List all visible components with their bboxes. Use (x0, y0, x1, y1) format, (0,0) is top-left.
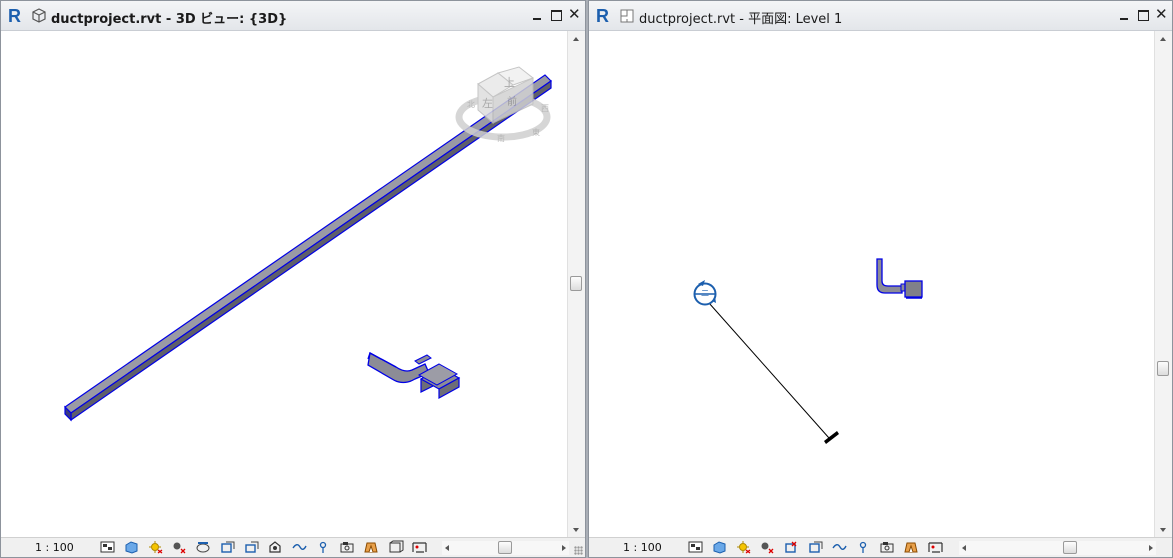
close-icon: ✕ (568, 5, 581, 23)
view-title: ductproject.rvt - 平面図: Level 1 (639, 8, 842, 27)
reveal-hidden-icon[interactable] (291, 540, 308, 554)
unlock-3d-icon[interactable] (243, 540, 260, 554)
temporary-hide-icon[interactable] (831, 540, 848, 554)
crop-view-icon[interactable] (783, 540, 800, 554)
maximize-button[interactable] (1136, 7, 1150, 23)
file-name: ductproject.rvt (639, 12, 736, 27)
duct-plan-assembly[interactable] (876, 258, 923, 299)
file-name: ductproject.rvt (51, 12, 162, 27)
horizontal-scrollbar[interactable] (442, 541, 569, 555)
close-button[interactable]: ✕ (1154, 5, 1168, 23)
view-control-tools (687, 540, 944, 554)
scroll-up-icon[interactable] (573, 37, 579, 41)
sun-path-icon[interactable] (735, 540, 752, 554)
scroll-up-icon[interactable] (1160, 37, 1166, 41)
maximize-icon (1138, 10, 1149, 21)
revit-logo-icon: R (596, 6, 609, 26)
floor-plan-icon (620, 9, 634, 23)
scroll-right-icon[interactable] (562, 545, 566, 551)
scroll-left-icon[interactable] (445, 545, 449, 551)
view-title: ductproject.rvt - 3D ビュー: {3D} (51, 8, 287, 27)
vertical-scrollbar[interactable] (1154, 31, 1172, 538)
scroll-down-icon[interactable] (1160, 528, 1166, 532)
compass-north-label: 北 (467, 100, 475, 109)
viewcube-left-label: 左 (482, 97, 493, 110)
minimize-icon (1120, 18, 1128, 20)
duct-straight[interactable] (64, 74, 552, 422)
reveal-constraints-icon[interactable] (387, 540, 404, 554)
maximize-button[interactable] (549, 7, 563, 23)
view-window-plan[interactable]: R ductproject.rvt - 平面図: Level 1 ✕ 二 1:… (588, 0, 1173, 558)
viewcube-front-label: 前 (507, 95, 517, 108)
vertical-scroll-thumb[interactable] (1157, 361, 1169, 376)
detail-level-icon[interactable] (99, 540, 116, 554)
view-control-bar: 1 : 100 (1, 537, 585, 557)
minimize-button[interactable] (1118, 7, 1132, 23)
view-name: - 平面図: Level 1 (735, 12, 843, 27)
view-titlebar[interactable]: R ductproject.rvt - 平面図: Level 1 ✕ (589, 1, 1172, 31)
sun-path-icon[interactable] (147, 540, 164, 554)
view-window-3d[interactable]: R ductproject.rvt - 3D ビュー: {3D} ✕ 上 左 前… (0, 0, 586, 558)
shadows-icon[interactable] (171, 540, 188, 554)
show-crop-icon[interactable] (807, 540, 824, 554)
compass-south-label: 南 (497, 133, 505, 143)
3d-view-icon (32, 8, 46, 23)
view-control-bar: 1 : 100 (589, 537, 1172, 557)
temporary-hide-icon[interactable] (267, 540, 284, 554)
render-dialog-icon[interactable] (411, 540, 428, 554)
view-control-tools (99, 540, 428, 554)
viewcube[interactable]: 上 左 前 北 東 南 西 (455, 66, 551, 143)
shadows-icon[interactable] (759, 540, 776, 554)
minimize-icon (533, 18, 541, 20)
horizontal-scroll-thumb[interactable] (1063, 541, 1077, 554)
scroll-right-icon[interactable] (1149, 545, 1153, 551)
view-name: - 3D ビュー: {3D} (161, 12, 288, 27)
viewcube-top-label: 上 (504, 76, 515, 89)
plan-drawing-canvas[interactable]: 二 (589, 31, 1156, 540)
vertical-scroll-thumb[interactable] (570, 276, 582, 291)
section-marker[interactable]: 二 (693, 280, 840, 444)
compass-west-label: 西 (541, 104, 549, 113)
scroll-down-icon[interactable] (573, 528, 579, 532)
visual-style-icon[interactable] (123, 540, 140, 554)
maximize-icon (551, 10, 562, 21)
section-tag-label: 二 (701, 289, 709, 298)
highlight-displacement-icon[interactable] (363, 540, 380, 554)
resize-grip-icon[interactable] (574, 546, 583, 555)
highlight-displacement-icon[interactable] (903, 540, 920, 554)
duct-elbow-assembly[interactable] (367, 351, 461, 400)
crop-view-icon[interactable] (195, 540, 212, 554)
minimize-button[interactable] (531, 7, 545, 23)
revit-logo-icon: R (8, 6, 21, 26)
analytical-model-icon[interactable] (339, 540, 356, 554)
vertical-scrollbar[interactable] (567, 31, 585, 538)
show-crop-icon[interactable] (219, 540, 236, 554)
horizontal-scrollbar[interactable] (959, 541, 1156, 555)
3d-drawing-canvas[interactable]: 上 左 前 北 東 南 西 (1, 31, 569, 540)
close-button[interactable]: ✕ (567, 5, 581, 23)
view-scale[interactable]: 1 : 100 (623, 541, 662, 554)
detail-level-icon[interactable] (687, 540, 704, 554)
render-dialog-icon[interactable] (927, 540, 944, 554)
visual-style-icon[interactable] (711, 540, 728, 554)
analytical-model-icon[interactable] (879, 540, 896, 554)
horizontal-scroll-thumb[interactable] (498, 541, 512, 554)
view-scale[interactable]: 1 : 100 (35, 541, 74, 554)
scroll-left-icon[interactable] (962, 545, 966, 551)
worksharing-display-icon[interactable] (855, 540, 872, 554)
worksharing-display-icon[interactable] (315, 540, 332, 554)
compass-east-label: 東 (532, 127, 540, 137)
view-titlebar[interactable]: R ductproject.rvt - 3D ビュー: {3D} ✕ (1, 1, 585, 31)
close-icon: ✕ (1155, 5, 1168, 23)
